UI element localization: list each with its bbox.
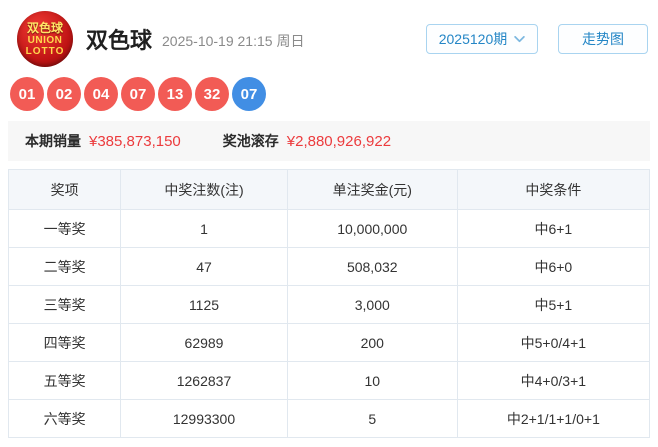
table-row: 五等奖 1262837 10 中4+0/3+1 [9,362,650,400]
red-ball-1: 01 [10,77,44,111]
table-row: 二等奖 47 508,032 中6+0 [9,248,650,286]
pool-group: 奖池滚存 ¥2,880,926,922 [223,131,391,151]
prize-table: 奖项 中奖注数(注) 单注奖金(元) 中奖条件 一等奖 1 10,000,000… [8,169,650,438]
red-ball-5: 13 [158,77,192,111]
win-condition: 中2+1/1+1/0+1 [457,400,649,438]
table-row: 六等奖 12993300 5 中2+1/1+1/0+1 [9,400,650,438]
prize-tier: 四等奖 [9,324,121,362]
winning-numbers: 01 02 04 07 13 32 07 [8,75,650,117]
table-row: 四等奖 62989 200 中5+0/4+1 [9,324,650,362]
win-condition: 中4+0/3+1 [457,362,649,400]
lottery-result-page: 双色球 UNION LOTTO 双色球 2025-10-19 21:15 周日 … [0,0,658,447]
header-actions: 2025120期 走势图 [426,24,648,54]
pool-label: 奖池滚存 [223,131,279,151]
sales-group: 本期销量 ¥385,873,150 [25,131,181,151]
col-header-prize: 奖项 [9,170,121,210]
prize-tier: 一等奖 [9,210,121,248]
sales-summary-bar: 本期销量 ¥385,873,150 奖池滚存 ¥2,880,926,922 [8,121,650,161]
logo-text-union: UNION [28,36,63,46]
trend-chart-button[interactable]: 走势图 [558,24,648,54]
red-ball-2: 02 [47,77,81,111]
prize-tier: 五等奖 [9,362,121,400]
prize-amount: 5 [287,400,457,438]
chevron-down-icon [514,36,525,43]
logo-text-cn: 双色球 [27,22,63,34]
winner-count: 47 [121,248,288,286]
winner-count: 12993300 [121,400,288,438]
union-lotto-logo: 双色球 UNION LOTTO [17,11,73,67]
winner-count: 62989 [121,324,288,362]
prize-amount: 10,000,000 [287,210,457,248]
prize-amount: 200 [287,324,457,362]
winner-count: 1262837 [121,362,288,400]
col-header-amount: 单注奖金(元) [287,170,457,210]
pool-value: ¥2,880,926,922 [287,133,391,150]
prize-amount: 508,032 [287,248,457,286]
header: 双色球 UNION LOTTO 双色球 2025-10-19 21:15 周日 … [8,0,650,75]
winner-count: 1125 [121,286,288,324]
win-condition: 中6+1 [457,210,649,248]
win-condition: 中5+1 [457,286,649,324]
prize-amount: 3,000 [287,286,457,324]
period-dropdown-value: 2025120期 [439,29,508,49]
table-row: 一等奖 1 10,000,000 中6+1 [9,210,650,248]
win-condition: 中5+0/4+1 [457,324,649,362]
winner-count: 1 [121,210,288,248]
prize-tier: 三等奖 [9,286,121,324]
col-header-winners: 中奖注数(注) [121,170,288,210]
red-ball-4: 07 [121,77,155,111]
draw-datetime: 2025-10-19 21:15 周日 [162,31,304,51]
table-row: 三等奖 1125 3,000 中5+1 [9,286,650,324]
win-condition: 中6+0 [457,248,649,286]
period-dropdown[interactable]: 2025120期 [426,24,538,54]
logo-text-lotto: LOTTO [26,47,65,57]
sales-value: ¥385,873,150 [89,133,181,150]
red-ball-6: 32 [195,77,229,111]
prize-tier: 二等奖 [9,248,121,286]
red-ball-3: 04 [84,77,118,111]
blue-ball-1: 07 [232,77,266,111]
page-title: 双色球 [86,23,152,55]
col-header-condition: 中奖条件 [457,170,649,210]
prize-tier: 六等奖 [9,400,121,438]
prize-amount: 10 [287,362,457,400]
table-header-row: 奖项 中奖注数(注) 单注奖金(元) 中奖条件 [9,170,650,210]
sales-label: 本期销量 [25,131,81,151]
